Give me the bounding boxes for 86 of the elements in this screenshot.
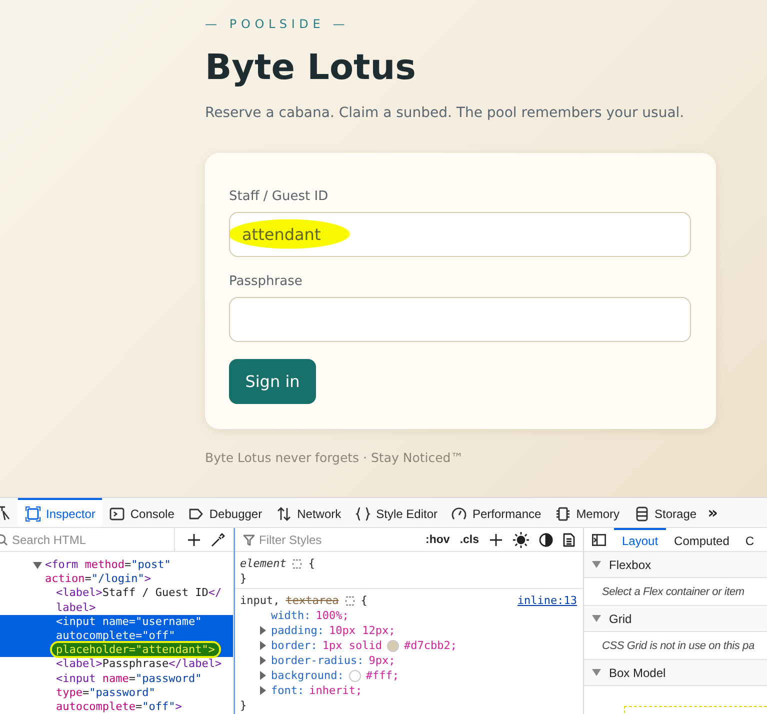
search-icon	[0, 534, 8, 546]
markup-line[interactable]: <input name="password"	[56, 672, 202, 685]
expand-icon[interactable]	[260, 671, 266, 680]
css-brace: {	[360, 593, 368, 608]
css-property-name: border-radius:	[271, 653, 364, 668]
css-selector: input,	[240, 593, 280, 608]
tab-icon	[355, 506, 372, 522]
toggle-button[interactable]: .cls	[460, 534, 479, 546]
devtools-tab[interactable]: Memory	[548, 498, 627, 527]
eyedropper-icon[interactable]	[211, 532, 225, 546]
expand-icon[interactable]	[260, 641, 266, 650]
toggle-button[interactable]: :hov	[426, 534, 450, 546]
footer-text: Byte Lotus never forgets · Stay Noticed™	[205, 449, 464, 467]
css-property-value: #d7cbb2;	[404, 638, 457, 653]
search-field[interactable]: Search HTML	[12, 532, 174, 546]
grid-icon[interactable]	[292, 558, 302, 568]
css-property-name: border:	[271, 638, 318, 653]
tab-icon	[25, 506, 41, 522]
css-property-value: 9px;	[368, 653, 396, 668]
source-link[interactable]: inline:13	[517, 593, 577, 608]
contrast-icon[interactable]	[539, 532, 553, 546]
page-title: Byte Lotus	[205, 47, 417, 90]
input-field[interactable]	[229, 297, 691, 342]
element-picker-icon[interactable]	[0, 504, 10, 520]
css-selector: textarea	[286, 593, 339, 608]
tab-icon	[451, 506, 468, 522]
eyebrow-text: — POOLSIDE —	[205, 17, 350, 31]
css-property-value: #fff;	[366, 668, 399, 683]
markup-line[interactable]: autocomplete="off"	[56, 629, 176, 642]
markup-line[interactable]: <form method="post"	[45, 558, 171, 571]
css-property-name: width:	[271, 608, 311, 623]
plus-icon[interactable]	[489, 532, 503, 546]
devtools-tab[interactable]: Performance	[444, 498, 548, 527]
sidebar-toggle-icon[interactable]	[592, 534, 606, 546]
expand-icon[interactable]	[260, 686, 266, 695]
css-brace: }	[240, 571, 247, 586]
devtools-tab[interactable]: Style Editor	[348, 498, 444, 527]
grid-icon[interactable]	[344, 596, 355, 606]
css-brace: {	[308, 556, 315, 571]
markup-line[interactable]: action="/login">	[45, 572, 151, 586]
markup-line[interactable]: autocomplete="off">	[56, 700, 182, 714]
css-selector: element	[240, 556, 286, 571]
tab-icon	[634, 506, 650, 522]
document-icon[interactable]	[563, 532, 575, 546]
tab-icon	[555, 506, 572, 522]
css-property-value: 10px 12px;	[328, 623, 396, 638]
css-property-value: 1px solid	[322, 638, 382, 653]
twisty-icon[interactable]	[33, 562, 42, 569]
input-field[interactable]: attendant	[229, 212, 691, 257]
markup-line[interactable]: <input name="username"	[56, 614, 202, 628]
sign-in-button[interactable]: Sign in	[229, 359, 316, 404]
tab-icon	[109, 506, 126, 522]
field-label: Passphrase	[229, 274, 302, 290]
devtools-tab[interactable]: Console	[102, 498, 182, 527]
markup-line[interactable]: label>	[56, 600, 96, 614]
markup-line[interactable]: <label>Passphrase</label>	[56, 657, 222, 670]
expand-icon[interactable]	[260, 656, 266, 665]
markup-line[interactable]: type="password"	[56, 686, 156, 699]
css-property-value: inherit;	[309, 683, 362, 698]
filter-icon	[243, 534, 255, 546]
sun-icon[interactable]	[513, 532, 529, 548]
devtools-tab[interactable]: Debugger	[181, 498, 270, 527]
page-subtitle: Reserve a cabana. Claim a sunbed. The pool remembers your usual.	[205, 104, 686, 123]
tab-icon	[276, 506, 292, 522]
section-header[interactable]: Grid	[584, 606, 767, 632]
devtools-tab[interactable]: Network	[269, 498, 348, 527]
field-label: Staff / Guest ID	[229, 189, 328, 205]
section-header[interactable]: Flexbox	[584, 552, 767, 578]
plus-icon[interactable]	[187, 532, 201, 546]
markup-line[interactable]: <label>Staff / Guest ID</	[56, 586, 222, 600]
css-property-name: padding:	[271, 623, 324, 638]
devtools-tab[interactable]: Storage	[626, 498, 704, 527]
sidebar-tab[interactable]: Computed	[666, 528, 738, 551]
color-swatch[interactable]	[348, 670, 361, 682]
css-property-value: 100%;	[316, 608, 349, 623]
overflow-button[interactable]: »	[704, 498, 722, 527]
section-header[interactable]: Box Model	[584, 660, 767, 686]
sidebar-tab[interactable]: C	[737, 528, 762, 551]
css-property-name: font:	[271, 683, 304, 698]
expand-icon[interactable]	[260, 626, 266, 635]
markup-line[interactable]: placeholder="attendant">	[52, 643, 219, 656]
css-brace: }	[240, 698, 247, 713]
devtools-tab[interactable]: Inspector	[18, 498, 102, 527]
css-property-name: background:	[271, 668, 344, 683]
filter-field[interactable]: Filter Styles	[259, 532, 416, 546]
color-swatch[interactable]	[386, 640, 399, 652]
